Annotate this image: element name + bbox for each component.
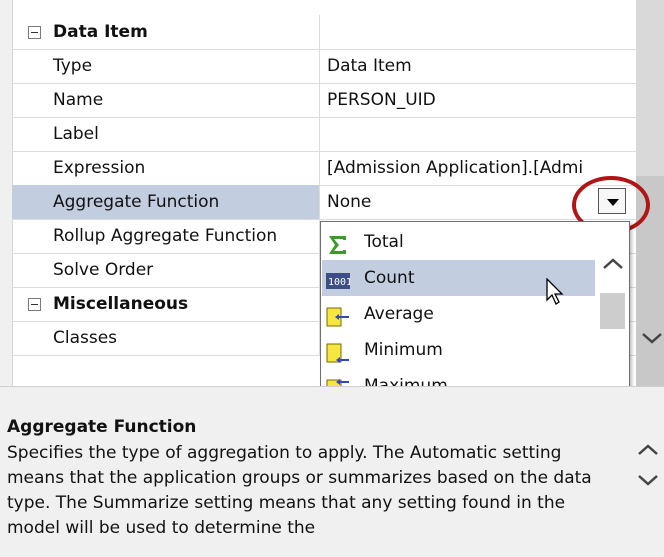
property-name: Name (12, 83, 320, 117)
average-icon (326, 304, 350, 327)
dropdown-option[interactable]: Total (322, 224, 595, 260)
property-name: Classes (12, 321, 320, 355)
property-name: Label (12, 117, 320, 151)
description-text: Specifies the type of aggregation to app… (7, 443, 592, 538)
category-row[interactable]: Data Item (12, 15, 636, 50)
property-row[interactable]: Label (12, 117, 636, 152)
property-row[interactable]: Name PERSON_UID (12, 83, 636, 118)
dropdown-option-label: Average (364, 304, 434, 324)
mouse-cursor-icon (546, 278, 564, 305)
chevron-up-icon[interactable] (636, 441, 660, 459)
property-value[interactable]: PERSON_UID (321, 83, 636, 117)
property-name: Type (12, 49, 320, 83)
property-name: Data Item (12, 15, 320, 49)
svg-text:1001: 1001 (328, 277, 350, 288)
property-name: Expression (12, 151, 320, 185)
property-row[interactable]: Type Data Item (12, 49, 636, 84)
dropdown-scrollbar-thumb[interactable] (600, 293, 625, 329)
property-row[interactable]: Aggregate Function None (12, 185, 636, 220)
dropdown-option-label: Total (364, 232, 404, 252)
property-value[interactable] (321, 15, 636, 49)
property-name: Solve Order (12, 253, 320, 287)
property-name: Miscellaneous (12, 287, 320, 321)
chevron-up-icon[interactable] (601, 255, 625, 273)
property-value[interactable]: Data Item (321, 49, 636, 83)
dropdown-option-label: Minimum (364, 340, 443, 360)
count-icon: 1001 (326, 268, 352, 289)
description-title: Aggregate Function (7, 417, 197, 437)
chevron-down-icon[interactable] (636, 471, 660, 489)
minimum-icon (326, 340, 350, 363)
property-name: Aggregate Function (12, 185, 320, 219)
sigma-icon (326, 232, 350, 254)
property-name: Rollup Aggregate Function (12, 219, 320, 253)
chevron-down-icon[interactable] (640, 329, 664, 347)
description-panel: Aggregate Function Specifies the type of… (0, 386, 664, 557)
property-row[interactable]: Expression [Admission Application].[Admi (12, 151, 636, 186)
dropdown-option-label: Count (364, 268, 415, 288)
property-value[interactable] (321, 117, 636, 151)
dropdown-option[interactable]: Minimum (322, 332, 595, 368)
grid-scrollbar-thumb[interactable] (636, 0, 664, 176)
